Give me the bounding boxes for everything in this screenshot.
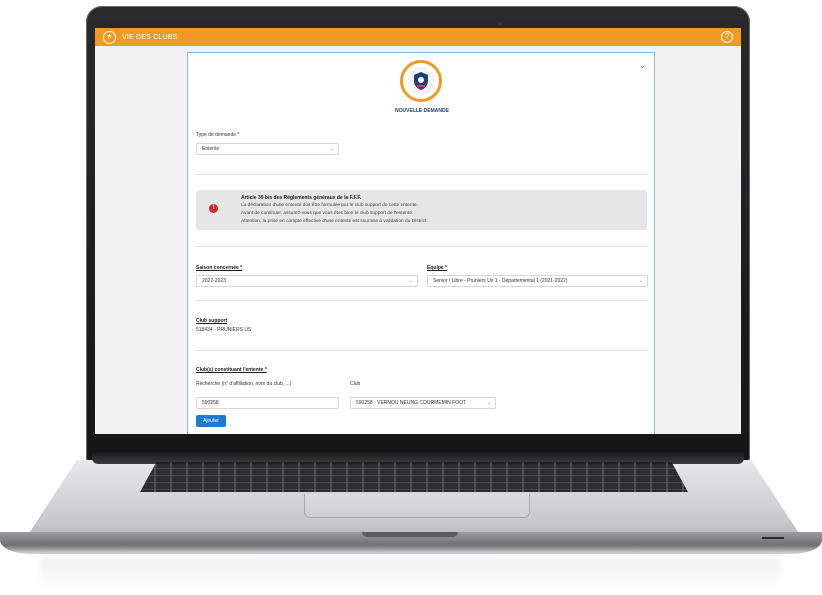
trackpad [304,494,530,518]
club-label: Club [350,381,361,387]
app-header: ★ VIE DES CLUBS ? [95,28,741,46]
club-value: 590258 - VERNOU NEUNG COURMEMIN FOOT [356,400,467,406]
club-search-input[interactable]: 590258 [196,397,339,409]
search-label: Recherche (n° d'affiliation, nom du club… [196,381,292,387]
clubs-section-label: Club(s) constituant l'entente * [196,367,267,373]
request-type-label: Type de demande * [196,132,240,138]
keyboard [140,462,688,492]
help-icon[interactable]: ? [721,31,733,43]
team-value: Senior / Libre - Pruniers Us 1 - Départe… [433,278,568,284]
alert-icon: ! [209,204,218,213]
reflection [40,558,780,588]
alert-line: Avant de continuer, assurez-vous que vou… [241,211,414,216]
chevron-down-icon: ⌄ [486,400,491,406]
chevron-down-icon[interactable]: ⌄ [639,61,646,70]
divider [196,246,648,247]
fff-logo-icon[interactable]: ★ [103,30,116,44]
divider [196,300,648,301]
warning-alert: ! Article 39 bis des Règlements généraux… [196,190,647,230]
screen: ★ VIE DES CLUBS ? ⌄ NOUVELLE DEMANDE Typ… [95,28,741,434]
club-select[interactable]: 590258 - VERNOU NEUNG COURMEMIN FOOT ⌄ [350,397,496,409]
request-type-value: Entente [202,146,220,152]
app-title: VIE DES CLUBS [122,33,178,41]
support-club-label: Club support [196,318,228,324]
divider [196,350,648,351]
alert-line: La déclaration d'une entente doit être f… [241,203,418,208]
power-indicator [762,537,784,539]
support-club-value: 518434 - PRUNIERS US [196,327,252,333]
season-label: Saison concernée * [196,265,243,271]
add-club-button[interactable]: Ajouter [196,415,226,427]
fff-emblem-icon [400,60,442,102]
panel-title: NOUVELLE DEMANDE [395,108,449,114]
team-select[interactable]: Senior / Libre - Pruniers Us 1 - Départe… [427,275,648,287]
shield-icon [414,72,428,90]
chevron-down-icon: ⌄ [638,278,643,284]
season-select[interactable]: 2022-2023 ⌄ [196,275,418,287]
alert-title: Article 39 bis des Règlements généraux d… [241,195,362,201]
chevron-down-icon: ⌄ [408,278,413,284]
request-type-select[interactable]: Entente ⌄ [196,143,339,155]
team-label: Equipe * [427,265,448,271]
laptop-notch [362,532,458,537]
season-value: 2022-2023 [202,278,226,284]
chevron-down-icon: ⌄ [329,146,334,152]
divider [196,174,648,175]
alert-line: Attention, la prise en compte effective … [241,219,428,224]
new-request-panel: ⌄ NOUVELLE DEMANDE Type de demande * Ent… [187,52,655,434]
camera-icon [498,22,502,26]
